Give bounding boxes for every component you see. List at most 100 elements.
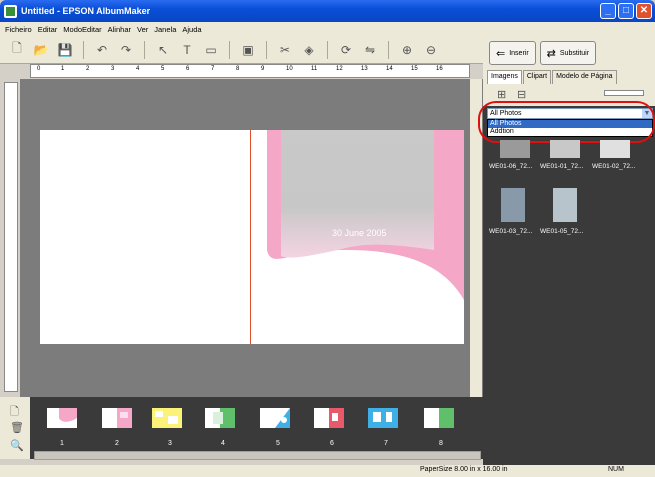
photo-caption: WE01-02_72... [592,163,636,170]
panel-action-bar: ⇐ Inserir ⇄ Substituir [483,36,655,70]
toolbar-separator [327,40,328,59]
ruler-number: 10 [286,66,293,72]
ruler-number: 2 [86,66,90,72]
ruler-number: 5 [161,66,165,72]
frame-icon[interactable]: ▭ [202,41,220,59]
filmstrip-page-thumb[interactable] [424,408,454,428]
zoom-out-icon[interactable]: ⊖ [422,41,440,59]
minimize-button[interactable]: _ [600,3,616,19]
toolbar-separator [83,40,84,59]
ruler-number: 3 [111,66,115,72]
main-toolbar: 🗋 📂 💾 ↶ ↷ ↖ T ▭ ▣ ✂ ◈ ⟳ ⇋ ⊕ ⊖ [0,36,483,64]
zoom-in-icon[interactable]: ⊕ [398,41,416,59]
menu-alinhar[interactable]: Alinhar [105,25,134,34]
remove-photo-icon[interactable]: ⊟ [517,88,526,101]
open-icon[interactable]: 📂 [32,41,50,59]
tab-modelo-pagina[interactable]: Modelo de Página [552,70,617,84]
ruler-number: 11 [311,66,318,72]
replace-icon: ⇄ [546,47,556,60]
title-bar: Untitled - EPSON AlbumMaker _ □ ✕ [0,0,655,22]
menu-modoeditar[interactable]: ModoEditar [60,25,104,34]
filmstrip-tools: 🗋 🗑 🔍 [0,397,30,459]
toolbar-separator [266,40,267,59]
ruler-number: 13 [361,66,368,72]
text-icon[interactable]: T [178,41,196,59]
close-button[interactable]: ✕ [636,3,652,19]
ruler-number: 7 [211,66,215,72]
photo-thumb[interactable] [550,140,580,158]
status-bar: PaperSize 8.00 in x 16.00 in NUM [0,465,655,477]
delete-page-icon[interactable]: 🗑 [10,421,24,434]
annotation-highlight-ring [478,101,655,143]
flip-icon[interactable]: ⇋ [361,41,379,59]
window-title: Untitled - EPSON AlbumMaker [21,6,151,16]
ruler-number: 0 [37,66,41,72]
preview-icon[interactable]: 🔍 [10,439,24,452]
ruler-number: 12 [336,66,343,72]
filmstrip-page-number: 2 [115,440,119,447]
photo-caption: WE01-03_72... [489,228,533,235]
date-text[interactable]: 30 June 2005 [332,228,387,238]
undo-icon[interactable]: ↶ [93,41,111,59]
filmstrip-page-thumb[interactable] [314,408,344,428]
thumbnail-size-slider[interactable] [604,90,644,96]
replace-button-label: Substituir [559,49,590,57]
ruler-number: 4 [136,66,140,72]
photo-thumb[interactable] [501,188,525,222]
toolbar-separator [144,40,145,59]
filmstrip-page-thumb[interactable] [102,408,132,428]
save-icon[interactable]: 💾 [56,41,74,59]
filmstrip-page-thumb[interactable] [205,408,235,428]
insert-button[interactable]: ⇐ Inserir [489,41,536,65]
horizontal-ruler: 0 1 2 3 4 5 6 7 8 9 10 11 12 13 14 15 16 [30,64,470,78]
tab-imagens[interactable]: Imagens [487,70,522,84]
menu-janela[interactable]: Janela [151,25,179,34]
ruler-number: 6 [186,66,190,72]
filmstrip-page-number: 4 [221,440,225,447]
filmstrip-page-number: 3 [168,440,172,447]
page-spine-line [250,130,251,344]
toolbar-separator [229,40,230,59]
filmstrip-scrollbar[interactable] [34,451,481,460]
filmstrip-page-thumb[interactable] [152,408,182,428]
image-icon[interactable]: ▣ [239,41,257,59]
ruler-number: 8 [236,66,240,72]
photo-caption: WE01-01_72... [540,163,584,170]
tab-clipart[interactable]: Clipart [522,70,552,84]
album-page-left[interactable] [40,130,251,344]
replace-button[interactable]: ⇄ Substituir [539,41,597,65]
photo-thumb[interactable] [600,140,630,158]
photo-thumb[interactable] [500,140,530,158]
add-photo-icon[interactable]: ⊞ [497,88,506,101]
pointer-icon[interactable]: ↖ [154,41,172,59]
filmstrip-page-number: 7 [384,440,388,447]
rotate-icon[interactable]: ⟳ [337,41,355,59]
num-lock-status: NUM [608,466,624,473]
menu-bar: Ficheiro Editar ModoEditar Alinhar Ver J… [0,22,655,36]
redo-icon[interactable]: ↷ [117,41,135,59]
photo-thumb[interactable] [553,188,577,222]
ruler-number: 1 [61,66,65,72]
menu-ver[interactable]: Ver [134,25,151,34]
add-page-icon[interactable]: 🗋 [10,403,19,422]
ruler-number: 9 [261,66,265,72]
menu-ficheiro[interactable]: Ficheiro [2,25,35,34]
photo-caption: WE01-06_72... [489,163,533,170]
maximize-button[interactable]: □ [618,3,634,19]
photo-caption: WE01-05_72... [540,228,584,235]
filmstrip-page-number: 6 [330,440,334,447]
filmstrip-page-number: 5 [276,440,280,447]
insert-button-label: Inserir [509,49,529,57]
filmstrip-page-thumb[interactable] [260,408,290,428]
filmstrip-page-thumb[interactable] [47,408,77,428]
effect-icon[interactable]: ◈ [300,41,318,59]
menu-ajuda[interactable]: Ajuda [179,25,204,34]
vertical-ruler [4,82,18,392]
filmstrip-page-thumb[interactable] [368,408,398,428]
menu-editar[interactable]: Editar [35,25,61,34]
new-page-icon[interactable]: 🗋 [8,41,26,59]
crop-icon[interactable]: ✂ [276,41,294,59]
toolbar-separator [388,40,389,59]
filmstrip-page-number: 1 [60,440,64,447]
insert-icon: ⇐ [496,47,506,60]
